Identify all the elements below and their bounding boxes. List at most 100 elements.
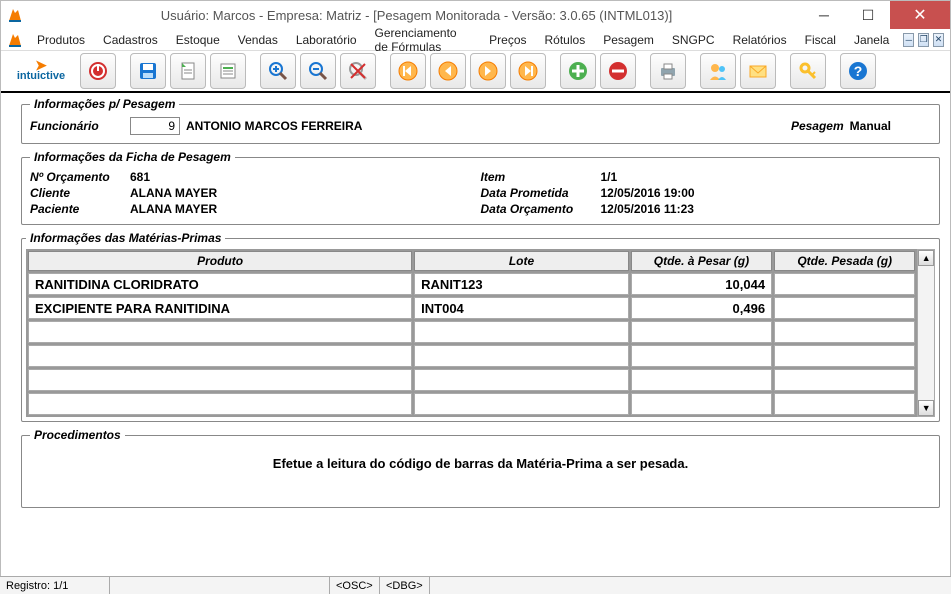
nav-first-button[interactable]: [390, 53, 426, 89]
add-button[interactable]: [560, 53, 596, 89]
procedimentos-fieldset: Procedimentos Efetue a leitura do código…: [21, 428, 940, 508]
cell-qtde-pesar[interactable]: 0,496: [631, 297, 772, 319]
menu-pesagem[interactable]: Pesagem: [595, 31, 662, 49]
funcionario-id-input[interactable]: [130, 117, 180, 135]
cell-qtde-pesada[interactable]: [774, 345, 915, 367]
menu-precos[interactable]: Preços: [481, 31, 534, 49]
cell-lote[interactable]: [414, 393, 629, 415]
procedimentos-legend: Procedimentos: [30, 428, 125, 442]
cell-qtde-pesada[interactable]: [774, 321, 915, 343]
procedimentos-text: Efetue a leitura do código de barras da …: [30, 446, 931, 501]
maximize-button[interactable]: ☐: [846, 1, 890, 29]
brand-logo: ➤ intuictive: [5, 53, 77, 89]
save-button[interactable]: [130, 53, 166, 89]
cell-lote[interactable]: [414, 345, 629, 367]
users-button[interactable]: [700, 53, 736, 89]
menu-sngpc[interactable]: SNGPC: [664, 31, 723, 49]
brand-text: intuictive: [17, 70, 65, 82]
menu-relatorios[interactable]: Relatórios: [725, 31, 795, 49]
table-row[interactable]: [28, 345, 915, 367]
menu-logo-icon: [7, 32, 23, 48]
nav-prev-button[interactable]: [430, 53, 466, 89]
materias-legend: Informações das Matérias-Primas: [26, 231, 225, 245]
grid-scrollbar[interactable]: ▲ ▼: [917, 249, 935, 417]
cell-produto[interactable]: [28, 393, 412, 415]
cell-qtde-pesar[interactable]: [631, 393, 772, 415]
cell-produto[interactable]: EXCIPIENTE PARA RANITIDINA: [28, 297, 412, 319]
pesagem-tipo: Manual: [850, 119, 891, 133]
app-logo-icon: [7, 7, 23, 23]
ficha-fieldset: Informações da Ficha de Pesagem Nº Orçam…: [21, 150, 940, 225]
ficha-legend: Informações da Ficha de Pesagem: [30, 150, 235, 164]
print-button[interactable]: [650, 53, 686, 89]
menu-fiscal[interactable]: Fiscal: [797, 31, 844, 49]
table-row[interactable]: [28, 321, 915, 343]
cell-produto[interactable]: [28, 321, 412, 343]
power-button[interactable]: [80, 53, 116, 89]
zoom-out-button[interactable]: [300, 53, 336, 89]
cell-produto[interactable]: [28, 369, 412, 391]
cliente-label: Cliente: [30, 186, 130, 200]
scroll-down-icon[interactable]: ▼: [918, 400, 934, 416]
cell-qtde-pesada[interactable]: [774, 297, 915, 319]
materias-grid[interactable]: Produto Lote Qtde. à Pesar (g) Qtde. Pes…: [26, 249, 917, 417]
remove-button[interactable]: [600, 53, 636, 89]
data-orc-label: Data Orçamento: [481, 202, 601, 216]
zoom-cancel-button[interactable]: [340, 53, 376, 89]
col-qtde-pesar[interactable]: Qtde. à Pesar (g): [631, 251, 772, 271]
cell-qtde-pesar[interactable]: [631, 369, 772, 391]
menu-laboratorio[interactable]: Laboratório: [288, 31, 365, 49]
cliente-value: ALANA MAYER: [130, 186, 217, 200]
key-button[interactable]: [790, 53, 826, 89]
menu-produtos[interactable]: Produtos: [29, 31, 93, 49]
cell-lote[interactable]: [414, 321, 629, 343]
nav-next-button[interactable]: [470, 53, 506, 89]
data-orc-value: 12/05/2016 11:23: [601, 202, 694, 216]
col-lote[interactable]: Lote: [414, 251, 629, 271]
cell-lote[interactable]: RANIT123: [414, 273, 629, 295]
paciente-label: Paciente: [30, 202, 130, 216]
cell-qtde-pesada[interactable]: [774, 393, 915, 415]
mdi-restore-button[interactable]: ❐: [918, 33, 929, 47]
cell-qtde-pesada[interactable]: [774, 273, 915, 295]
table-row[interactable]: [28, 369, 915, 391]
cell-lote[interactable]: [414, 369, 629, 391]
menu-formulas[interactable]: Gerenciamento de Fórmulas: [367, 24, 480, 56]
mail-button[interactable]: [740, 53, 776, 89]
menu-estoque[interactable]: Estoque: [168, 31, 228, 49]
zoom-in-button[interactable]: [260, 53, 296, 89]
menu-rotulos[interactable]: Rótulos: [537, 31, 594, 49]
cell-produto[interactable]: RANITIDINA CLORIDRATO: [28, 273, 412, 295]
data-prom-value: 12/05/2016 19:00: [601, 186, 695, 200]
col-qtde-pesada[interactable]: Qtde. Pesada (g): [774, 251, 915, 271]
cell-lote[interactable]: INT004: [414, 297, 629, 319]
cell-produto[interactable]: [28, 345, 412, 367]
status-empty: [110, 577, 330, 594]
close-button[interactable]: ✕: [890, 1, 950, 29]
info-pesagem-legend: Informações p/ Pesagem: [30, 97, 179, 111]
cell-qtde-pesar[interactable]: 10,044: [631, 273, 772, 295]
table-row[interactable]: RANITIDINA CLORIDRATORANIT12310,044: [28, 273, 915, 295]
col-produto[interactable]: Produto: [28, 251, 412, 271]
paciente-value: ALANA MAYER: [130, 202, 217, 216]
nav-last-button[interactable]: [510, 53, 546, 89]
document-button[interactable]: [170, 53, 206, 89]
help-button[interactable]: ?: [840, 53, 876, 89]
menu-cadastros[interactable]: Cadastros: [95, 31, 166, 49]
mdi-close-button[interactable]: ✕: [933, 33, 944, 47]
funcionario-label: Funcionário: [30, 119, 130, 133]
scroll-up-icon[interactable]: ▲: [918, 250, 934, 266]
menu-janela[interactable]: Janela: [846, 31, 897, 49]
cell-qtde-pesar[interactable]: [631, 321, 772, 343]
list-button[interactable]: [210, 53, 246, 89]
cell-qtde-pesada[interactable]: [774, 369, 915, 391]
table-row[interactable]: EXCIPIENTE PARA RANITIDINAINT0040,496: [28, 297, 915, 319]
mdi-minimize-button[interactable]: ─: [903, 33, 914, 47]
cell-qtde-pesar[interactable]: [631, 345, 772, 367]
status-osc: <OSC>: [330, 577, 380, 594]
info-pesagem-fieldset: Informações p/ Pesagem Funcionário ANTON…: [21, 97, 940, 144]
table-row[interactable]: [28, 393, 915, 415]
minimize-button[interactable]: ─: [802, 1, 846, 29]
orcamento-value: 681: [130, 170, 150, 184]
menu-vendas[interactable]: Vendas: [230, 31, 286, 49]
